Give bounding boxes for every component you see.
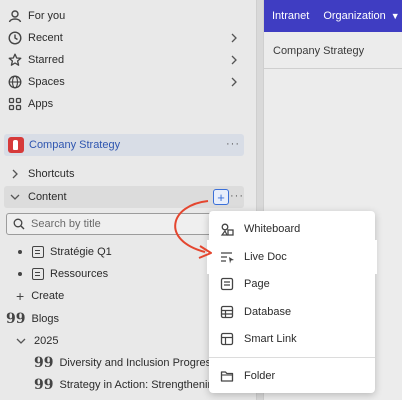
annotation-arrow-icon — [174, 200, 212, 259]
